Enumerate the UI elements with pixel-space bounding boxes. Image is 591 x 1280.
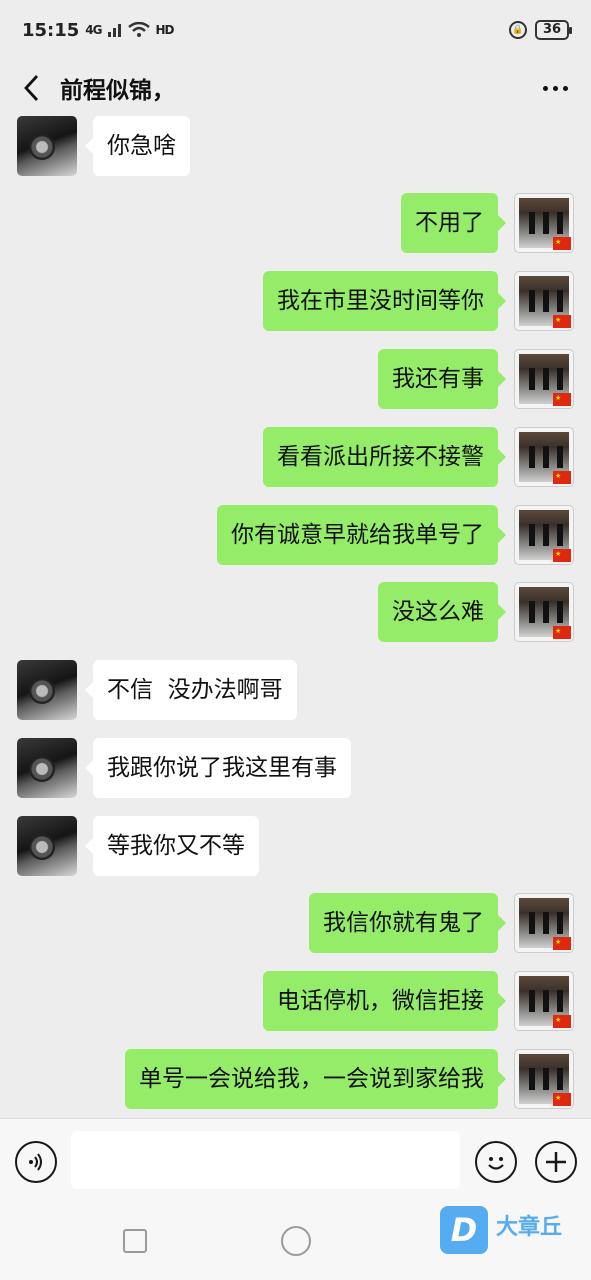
my-avatar[interactable]: ★	[514, 193, 574, 253]
message-bubble-received[interactable]: 不信 没办法啊哥	[85, 660, 297, 720]
china-flag-icon: ★	[553, 549, 571, 562]
message-row: ★ 单号一会说给我，一会说到家给我	[0, 1049, 591, 1109]
message-row: ★ 电话停机，微信拒接	[0, 971, 591, 1031]
status-time: 15:15	[22, 19, 80, 41]
message-bubble-sent[interactable]: 不用了	[401, 193, 506, 253]
china-flag-icon: ★	[553, 471, 571, 484]
chat-header: 前程似锦，	[0, 60, 591, 116]
my-avatar[interactable]: ★	[514, 271, 574, 331]
home-button[interactable]	[281, 1226, 311, 1256]
message-bubble-received[interactable]: 我跟你说了我这里有事	[85, 738, 351, 798]
chat-message-list[interactable]: 你急啥 ★ 不用了 ★ 我在市里没时间等你 ★ 我还有事 ★ 看看派出所接不接警…	[0, 116, 591, 1118]
my-avatar[interactable]: ★	[514, 505, 574, 565]
emoji-icon[interactable]	[475, 1141, 517, 1183]
contact-avatar[interactable]	[17, 738, 77, 798]
message-bubble-sent[interactable]: 看看派出所接不接警	[263, 427, 506, 487]
china-flag-icon: ★	[553, 1093, 571, 1106]
china-flag-icon: ★	[553, 393, 571, 406]
china-flag-icon: ★	[553, 937, 571, 950]
watermark-text: 大章丘	[496, 1215, 563, 1240]
plus-icon[interactable]	[535, 1141, 577, 1183]
china-flag-icon: ★	[553, 626, 571, 639]
hd-icon: HD	[155, 23, 175, 37]
voice-input-icon[interactable]	[15, 1141, 57, 1183]
signal-bars-icon	[107, 24, 121, 37]
more-options-icon[interactable]	[535, 68, 575, 108]
system-navigation-bar: D 大章丘	[0, 1204, 591, 1280]
rotation-lock-icon: 🔒	[509, 21, 527, 39]
contact-avatar[interactable]	[17, 660, 77, 720]
china-flag-icon: ★	[553, 315, 571, 328]
watermark-logo-icon: D	[440, 1206, 488, 1254]
china-flag-icon: ★	[553, 1015, 571, 1028]
message-bubble-sent[interactable]: 电话停机，微信拒接	[263, 971, 506, 1031]
my-avatar[interactable]: ★	[514, 1049, 574, 1109]
message-row: ★ 没这么难	[0, 582, 591, 642]
message-row: ★ 我还有事	[0, 349, 591, 409]
message-bubble-sent[interactable]: 没这么难	[378, 582, 506, 642]
message-row: ★ 我在市里没时间等你	[0, 271, 591, 331]
message-bubble-sent[interactable]: 我还有事	[378, 349, 506, 409]
chat-title: 前程似锦，	[60, 78, 175, 104]
message-bubble-received[interactable]: 你急啥	[85, 116, 190, 176]
my-avatar[interactable]: ★	[514, 427, 574, 487]
message-row: ★ 我信你就有鬼了	[0, 893, 591, 953]
message-input[interactable]	[71, 1131, 460, 1189]
wifi-icon	[127, 22, 150, 37]
message-bubble-sent[interactable]: 单号一会说给我，一会说到家给我	[125, 1049, 506, 1109]
message-bubble-sent[interactable]: 我信你就有鬼了	[309, 893, 506, 953]
watermark-logo: D 大章丘	[440, 1204, 562, 1256]
message-row: ★ 你有诚意早就给我单号了	[0, 505, 591, 565]
recents-button[interactable]	[123, 1229, 147, 1253]
message-row: 我跟你说了我这里有事	[0, 738, 591, 798]
message-row: 你急啥	[0, 116, 591, 176]
contact-avatar[interactable]	[17, 116, 77, 176]
my-avatar[interactable]: ★	[514, 893, 574, 953]
message-row: ★ 不用了	[0, 193, 591, 253]
message-row: ★ 看看派出所接不接警	[0, 427, 591, 487]
signal-icon: 4G	[85, 23, 102, 37]
my-avatar[interactable]: ★	[514, 349, 574, 409]
message-input-bar	[0, 1118, 591, 1204]
message-row: 不信 没办法啊哥	[0, 660, 591, 720]
message-row: 等我你又不等	[0, 816, 591, 876]
back-icon[interactable]	[16, 68, 46, 108]
my-avatar[interactable]: ★	[514, 971, 574, 1031]
contact-avatar[interactable]	[17, 816, 77, 876]
message-bubble-sent[interactable]: 我在市里没时间等你	[263, 271, 506, 331]
my-avatar[interactable]: ★	[514, 582, 574, 642]
battery-icon: 36	[535, 20, 572, 40]
status-bar: 15:15 4G HD 🔒 36	[0, 0, 591, 60]
message-bubble-received[interactable]: 等我你又不等	[85, 816, 259, 876]
message-bubble-sent[interactable]: 你有诚意早就给我单号了	[217, 505, 506, 565]
china-flag-icon: ★	[553, 237, 571, 250]
